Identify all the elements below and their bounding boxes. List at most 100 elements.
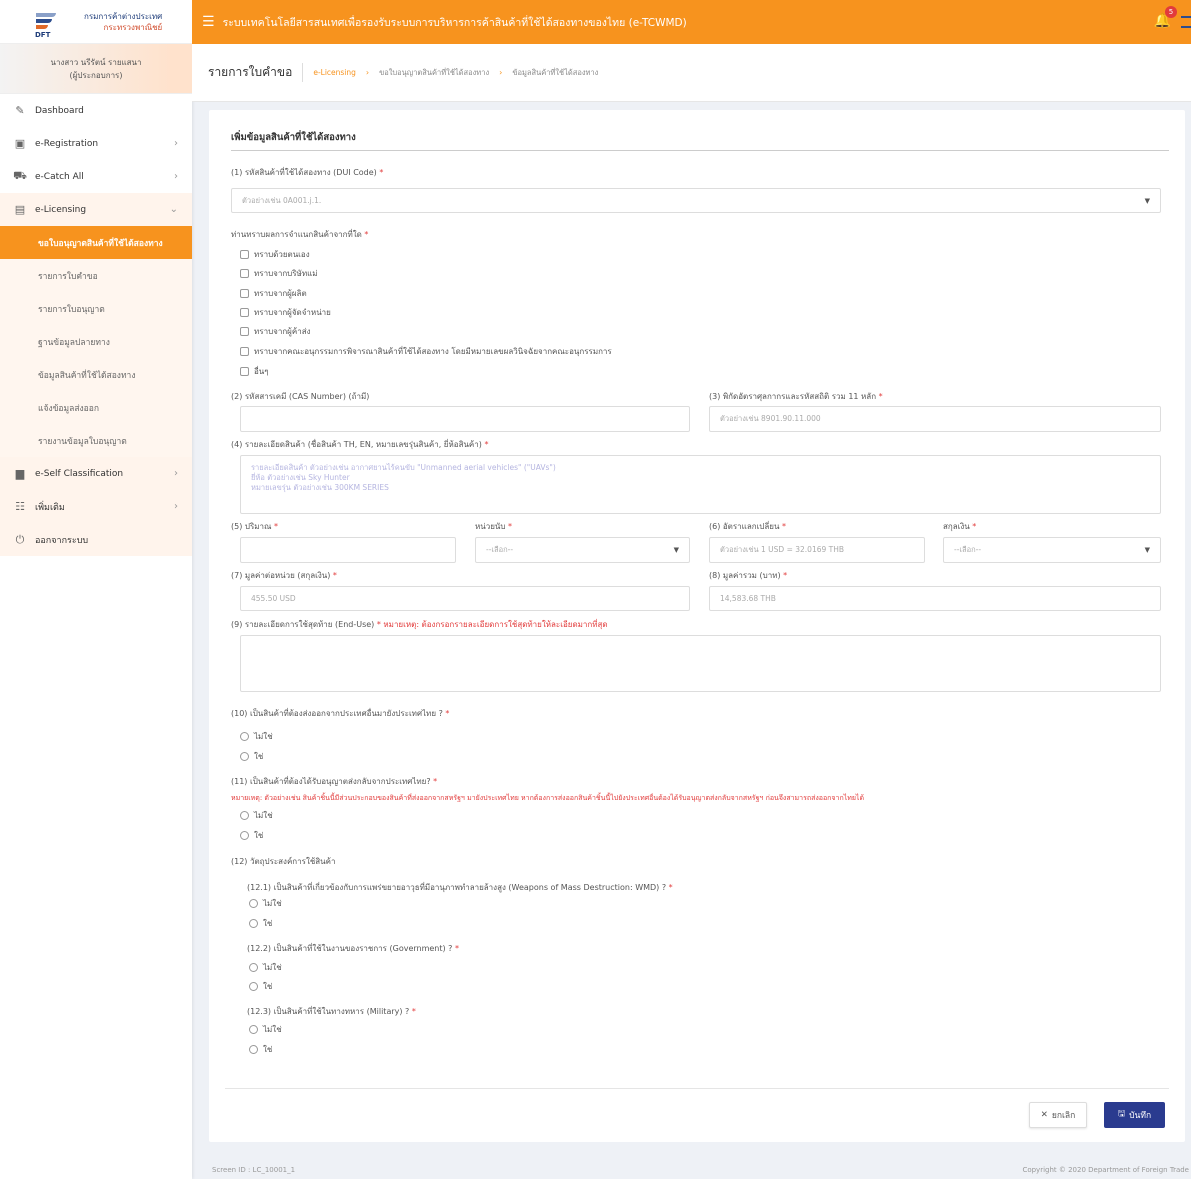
hamburger-menu-icon[interactable]: ☰ xyxy=(202,14,215,30)
checkbox-icon xyxy=(240,327,249,336)
q11-radio-no[interactable]: ไม่ใช่ xyxy=(240,809,273,822)
sidebar-item-e-catch-all[interactable]: ⛟ e-Catch All › xyxy=(0,160,192,193)
chevron-right-icon: › xyxy=(174,468,178,479)
page-header: รายการใบคำขอ e-Licensing › ขอใบอนุญาตสิน… xyxy=(192,44,1191,102)
cas-number-input[interactable] xyxy=(240,406,690,432)
classify-checkbox-subcommittee[interactable]: ทราบจากคณะอนุกรรมการพิจารณาสินค้าที่ใช้ไ… xyxy=(240,345,612,358)
document-icon: ▤ xyxy=(14,203,26,216)
user-info: นางสาว นรีรัตน์ รายแสนา (ผู้ประกอบการ) xyxy=(0,44,192,94)
radio-icon xyxy=(240,752,249,761)
top-bar: ☰ ระบบเทคโนโลยีสารสนเทศเพื่อรองรับระบบกา… xyxy=(192,0,1191,44)
page-title: รายการใบคำขอ xyxy=(208,63,304,82)
radio-icon xyxy=(249,899,258,908)
q12-3-radio-yes[interactable]: ใช่ xyxy=(249,1043,272,1056)
checkbox-icon xyxy=(240,289,249,298)
sidebar-subitem-dual-use-data[interactable]: ข้อมูลสินค้าที่ใช้ได้สองทาง xyxy=(0,358,192,391)
q10-radio-no[interactable]: ไม่ใช่ xyxy=(240,730,273,743)
unit-price-label: (7) มูลค่าต่อหน่วย (สกุลเงิน) * xyxy=(231,571,337,580)
notification-badge: 5 xyxy=(1165,6,1177,18)
sidebar-subitem-request-list[interactable]: รายการใบคำขอ xyxy=(0,259,192,292)
end-use-label: (9) รายละเอียดการใช้สุดท้าย (End-Use) * … xyxy=(231,620,608,629)
quantity-label: (5) ปริมาณ * xyxy=(231,522,278,531)
classify-checkbox-self[interactable]: ทราบด้วยตนเอง xyxy=(240,248,310,261)
classify-checkbox-manufacturer[interactable]: ทราบจากผู้ผลิต xyxy=(240,287,307,300)
sidebar-item-logout[interactable]: ⏻ ออกจากระบบ xyxy=(0,523,192,556)
breadcrumb-separator-icon: › xyxy=(365,68,370,77)
chevron-right-icon: › xyxy=(174,138,178,149)
cart-icon: ⛟ xyxy=(13,169,27,182)
id-card-icon: ▣ xyxy=(14,137,26,150)
sidebar-subitem-license-report[interactable]: รายงานข้อมูลใบอนุญาต xyxy=(0,424,192,457)
sidebar-subitem-destination-db[interactable]: ฐานข้อมูลปลายทาง xyxy=(0,325,192,358)
copyright: Copyright © 2020 Department of Foreign T… xyxy=(1022,1166,1189,1174)
dui-code-select[interactable]: ตัวอย่างเช่น 0A001.j.1. ▼ xyxy=(231,188,1161,213)
breadcrumb-e-licensing[interactable]: e-Licensing xyxy=(313,68,356,77)
users-icon: ☷ xyxy=(15,500,25,513)
save-icon: 🖫 xyxy=(1117,1109,1126,1119)
chevron-down-icon: ⌄ xyxy=(169,204,178,215)
q11-label: (11) เป็นสินค้าที่ต้องได้รับอนุญาตส่งกลั… xyxy=(231,777,438,786)
q12-1-radio-yes[interactable]: ใช่ xyxy=(249,917,272,930)
dft-logo-icon: DFT xyxy=(32,7,62,39)
q11-radio-yes[interactable]: ใช่ xyxy=(240,829,263,842)
q12-3-radio-no[interactable]: ไม่ใช่ xyxy=(249,1023,282,1036)
sidebar-item-more[interactable]: ☷ เพิ่มเติม › xyxy=(0,490,192,523)
checkbox-icon xyxy=(240,308,249,317)
sidebar-subitem-request-license[interactable]: ขอใบอนุญาตสินค้าที่ใช้ได้สองทาง xyxy=(0,226,192,259)
end-use-textarea[interactable] xyxy=(240,635,1161,692)
sidebar: DFT กรมการค้าต่างประเทศ กระทรวงพาณิชย์ นา… xyxy=(0,0,192,1179)
classify-checkbox-other[interactable]: อื่นๆ xyxy=(240,365,269,378)
sidebar-subitem-export-notify[interactable]: แจ้งข้อมูลส่งออก xyxy=(0,391,192,424)
classify-checkbox-wholesaler[interactable]: ทราบจากผู้ค้าส่ง xyxy=(240,325,310,338)
currency-select[interactable]: --เลือก-- ▼ xyxy=(943,537,1161,563)
breadcrumb-request-license[interactable]: ขอใบอนุญาตสินค้าที่ใช้ได้สองทาง xyxy=(379,67,489,79)
radio-icon xyxy=(249,1045,258,1054)
product-desc-textarea[interactable]: รายละเอียดสินค้า ตัวอย่างเช่น อากาศยานไร… xyxy=(240,455,1161,514)
logo-name: กรมการค้าต่างประเทศ xyxy=(84,11,163,21)
footer-divider xyxy=(225,1088,1169,1089)
radio-icon xyxy=(240,732,249,741)
classify-checkbox-parent[interactable]: ทราบจากบริษัทแม่ xyxy=(240,267,318,280)
breadcrumb-current: ข้อมูลสินค้าที่ใช้ได้สองทาง xyxy=(512,67,599,77)
radio-icon xyxy=(249,1025,258,1034)
logo[interactable]: DFT กรมการค้าต่างประเทศ กระทรวงพาณิชย์ xyxy=(0,0,192,44)
total-value-label: (8) มูลค่ารวม (บาท) * xyxy=(709,571,788,580)
power-icon: ⏻ xyxy=(15,532,25,546)
close-icon: ✕ xyxy=(1040,1110,1048,1120)
q12-2-label: (12.2) เป็นสินค้าที่ใช้ในงานของราชการ (G… xyxy=(247,944,459,953)
q12-2-radio-yes[interactable]: ใช่ xyxy=(249,980,272,993)
sidebar-item-e-licensing[interactable]: ▤ e-Licensing ⌄ xyxy=(0,193,192,226)
q12-1-label: (12.1) เป็นสินค้าที่เกี่ยวข้องกับการแพร่… xyxy=(247,883,673,892)
sidebar-item-e-self-classification[interactable]: ▆ e-Self Classification › xyxy=(0,457,192,490)
user-role: (ผู้ประกอบการ) xyxy=(69,71,123,80)
q12-3-label: (12.3) เป็นสินค้าที่ใช้ในทางทหาร (Milita… xyxy=(247,1007,416,1016)
unit-select[interactable]: --เลือก-- ▼ xyxy=(475,537,690,563)
language-menu-icon[interactable] xyxy=(1181,16,1191,28)
quantity-input[interactable] xyxy=(240,537,456,563)
screen-id: Screen ID : LC_10001_1 xyxy=(212,1166,296,1174)
exchange-rate-input[interactable]: ตัวอย่างเช่น 1 USD = 32.0169 THB xyxy=(709,537,925,563)
form-card: เพิ่มข้อมูลสินค้าที่ใช้ได้สองทาง (1) รหั… xyxy=(209,110,1185,1142)
total-value-input[interactable]: 14,583.68 THB xyxy=(709,586,1161,611)
cancel-button[interactable]: ✕ ยกเลิก xyxy=(1029,1102,1087,1128)
save-button[interactable]: 🖫 บันทึก xyxy=(1104,1102,1165,1128)
q12-label: (12) วัตถุประสงค์การใช้สินค้า xyxy=(231,857,336,866)
q12-1-radio-no[interactable]: ไม่ใช่ xyxy=(249,897,282,910)
checkbox-icon xyxy=(240,269,249,278)
unit-price-input[interactable]: 455.50 USD xyxy=(240,586,690,611)
section-divider xyxy=(231,150,1169,151)
user-name: นางสาว นรีรัตน์ รายแสนา xyxy=(50,58,142,67)
dropdown-arrow-icon: ▼ xyxy=(673,546,679,554)
currency-label: สกุลเงิน * xyxy=(943,522,977,531)
section-title: เพิ่มข้อมูลสินค้าที่ใช้ได้สองทาง xyxy=(231,132,356,143)
hs-code-input[interactable]: ตัวอย่างเช่น 8901.90.11.000 xyxy=(709,406,1161,432)
sidebar-item-e-registration[interactable]: ▣ e-Registration › xyxy=(0,127,192,160)
sidebar-item-dashboard[interactable]: ✎ Dashboard xyxy=(0,94,192,127)
q10-radio-yes[interactable]: ใช่ xyxy=(240,750,263,763)
sidebar-subitem-license-list[interactable]: รายการใบอนุญาต xyxy=(0,292,192,325)
checkbox-icon xyxy=(240,367,249,376)
q10-label: (10) เป็นสินค้าที่ต้องส่งออกจากประเทศอื่… xyxy=(231,709,450,718)
page-footer: Screen ID : LC_10001_1 Copyright © 2020 … xyxy=(192,1160,1191,1179)
q12-2-radio-no[interactable]: ไม่ใช่ xyxy=(249,961,282,974)
classify-checkbox-distributor[interactable]: ทราบจากผู้จัดจำหน่าย xyxy=(240,306,331,319)
